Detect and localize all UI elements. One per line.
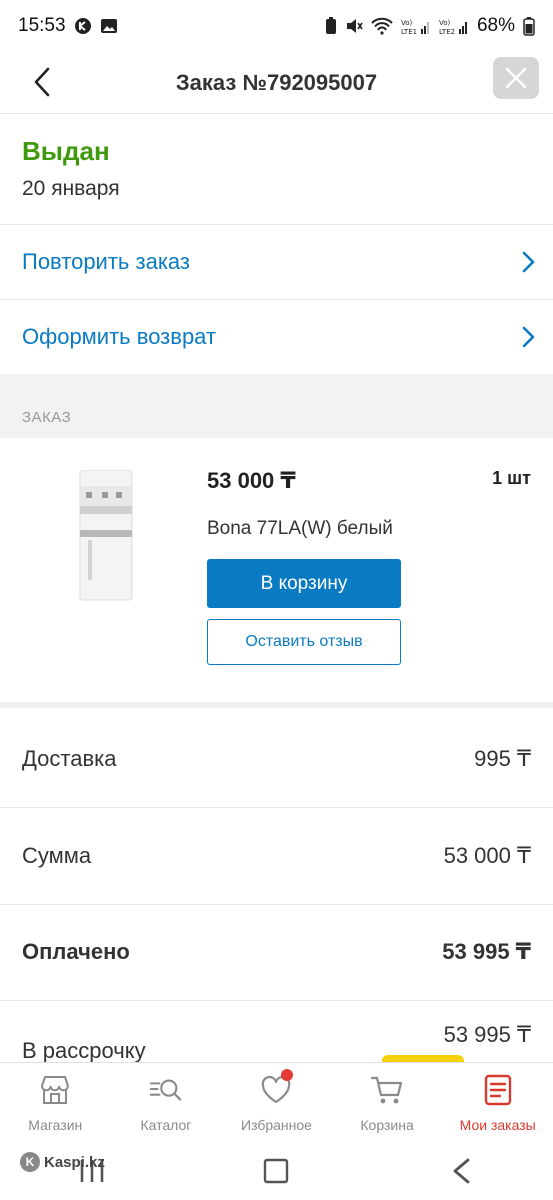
delivery-row: Доставка 995 ₸ xyxy=(0,711,553,808)
bottom-tab-bar: Магазин Каталог Избранное Корзина Мои за… xyxy=(0,1062,553,1142)
leave-review-button[interactable]: Оставить отзыв xyxy=(207,619,401,665)
svg-text:LTE2: LTE2 xyxy=(439,28,455,35)
svg-text:LTE1: LTE1 xyxy=(401,28,417,35)
system-status-bar: 15:53 Vo) LTE1 Vo) LTE2 68% xyxy=(0,0,553,52)
order-status-block: Выдан 20 января xyxy=(0,114,553,225)
svg-text:Vo): Vo) xyxy=(439,19,451,27)
tab-cart-label: Корзина xyxy=(360,1117,414,1133)
back-chevron-icon xyxy=(453,1158,470,1184)
mute-icon xyxy=(345,17,363,35)
installment-value: 53 995 ₸ xyxy=(443,1022,531,1047)
order-status-title: Выдан xyxy=(22,136,110,166)
battery-saver-icon xyxy=(325,17,337,35)
subtotal-label: Сумма xyxy=(22,843,92,868)
kaspi-logo-icon: K xyxy=(20,1152,40,1172)
app-notification-icon xyxy=(74,17,92,35)
signal-sim1-icon: Vo) LTE1 xyxy=(401,17,431,35)
return-order-row[interactable]: Оформить возврат xyxy=(0,300,553,375)
installment-label: В рассрочку xyxy=(22,1038,146,1062)
paid-row: Оплачено 53 995 ₸ xyxy=(0,904,553,1001)
svg-text:Vo): Vo) xyxy=(401,19,413,27)
tab-shop[interactable]: Магазин xyxy=(0,1063,111,1142)
product-image[interactable] xyxy=(72,469,142,602)
back-nav-button[interactable] xyxy=(431,1151,491,1191)
tab-favorites[interactable]: Избранное xyxy=(221,1063,332,1142)
shop-icon xyxy=(38,1073,72,1107)
watermark-text: Kaspi.kz xyxy=(44,1153,105,1171)
orders-icon xyxy=(481,1073,515,1107)
paid-value: 53 995 ₸ xyxy=(442,939,531,964)
gallery-notification-icon xyxy=(100,17,118,35)
tab-cart[interactable]: Корзина xyxy=(332,1063,443,1142)
product-price: 53 000 ₸ xyxy=(207,468,296,493)
close-button[interactable] xyxy=(493,57,539,99)
status-right: Vo) LTE1 Vo) LTE2 68% xyxy=(325,15,535,37)
subtotal-value: 53 000 ₸ xyxy=(443,843,531,868)
product-name[interactable]: Bona 77LA(W) белый xyxy=(207,518,393,540)
subtotal-row: Сумма 53 000 ₸ xyxy=(0,808,553,905)
delivery-value: 995 ₸ xyxy=(474,746,531,771)
chevron-right-icon xyxy=(522,251,535,273)
product-quantity: 1 шт xyxy=(492,468,531,488)
catalog-search-icon xyxy=(149,1073,183,1107)
paid-label: Оплачено xyxy=(22,939,130,964)
add-to-cart-button[interactable]: В корзину xyxy=(207,559,401,608)
wifi-icon xyxy=(371,17,393,35)
battery-icon xyxy=(523,16,535,36)
status-left: 15:53 xyxy=(18,15,118,37)
close-icon xyxy=(505,67,527,89)
tab-shop-label: Магазин xyxy=(28,1117,83,1133)
home-button[interactable] xyxy=(246,1151,306,1191)
home-square-icon xyxy=(264,1158,289,1184)
installment-badge xyxy=(382,1055,464,1062)
cart-icon xyxy=(370,1073,404,1107)
repeat-order-row[interactable]: Повторить заказ xyxy=(0,225,553,300)
tab-catalog[interactable]: Каталог xyxy=(111,1063,222,1142)
kaspi-watermark: K Kaspi.kz xyxy=(20,1152,105,1172)
order-product-card: 53 000 ₸ 1 шт Bona 77LA(W) белый В корзи… xyxy=(0,438,553,708)
tab-catalog-label: Каталог xyxy=(140,1117,192,1133)
chevron-right-icon xyxy=(522,326,535,348)
back-button[interactable] xyxy=(24,60,60,104)
tab-my-orders[interactable]: Мои заказы xyxy=(442,1063,553,1142)
battery-percent: 68% xyxy=(476,15,515,36)
signal-sim2-icon: Vo) LTE2 xyxy=(439,17,469,35)
app-header: Заказ №792095007 xyxy=(0,52,553,114)
clock: 15:53 xyxy=(18,15,66,36)
order-section-header: ЗАКАЗ xyxy=(0,374,553,438)
delivery-label: Доставка xyxy=(22,746,117,771)
chevron-left-icon xyxy=(34,67,50,97)
tab-favorites-label: Избранное xyxy=(241,1117,312,1133)
repeat-order-label: Повторить заказ xyxy=(22,249,190,274)
section-label: ЗАКАЗ xyxy=(22,409,72,426)
order-status-date: 20 января xyxy=(22,177,120,200)
tab-my-orders-label: Мои заказы xyxy=(459,1117,536,1133)
installment-row: В рассрочку 53 995 ₸ xyxy=(0,1000,553,1062)
return-order-label: Оформить возврат xyxy=(22,324,217,349)
page-title: Заказ №792095007 xyxy=(175,69,378,95)
